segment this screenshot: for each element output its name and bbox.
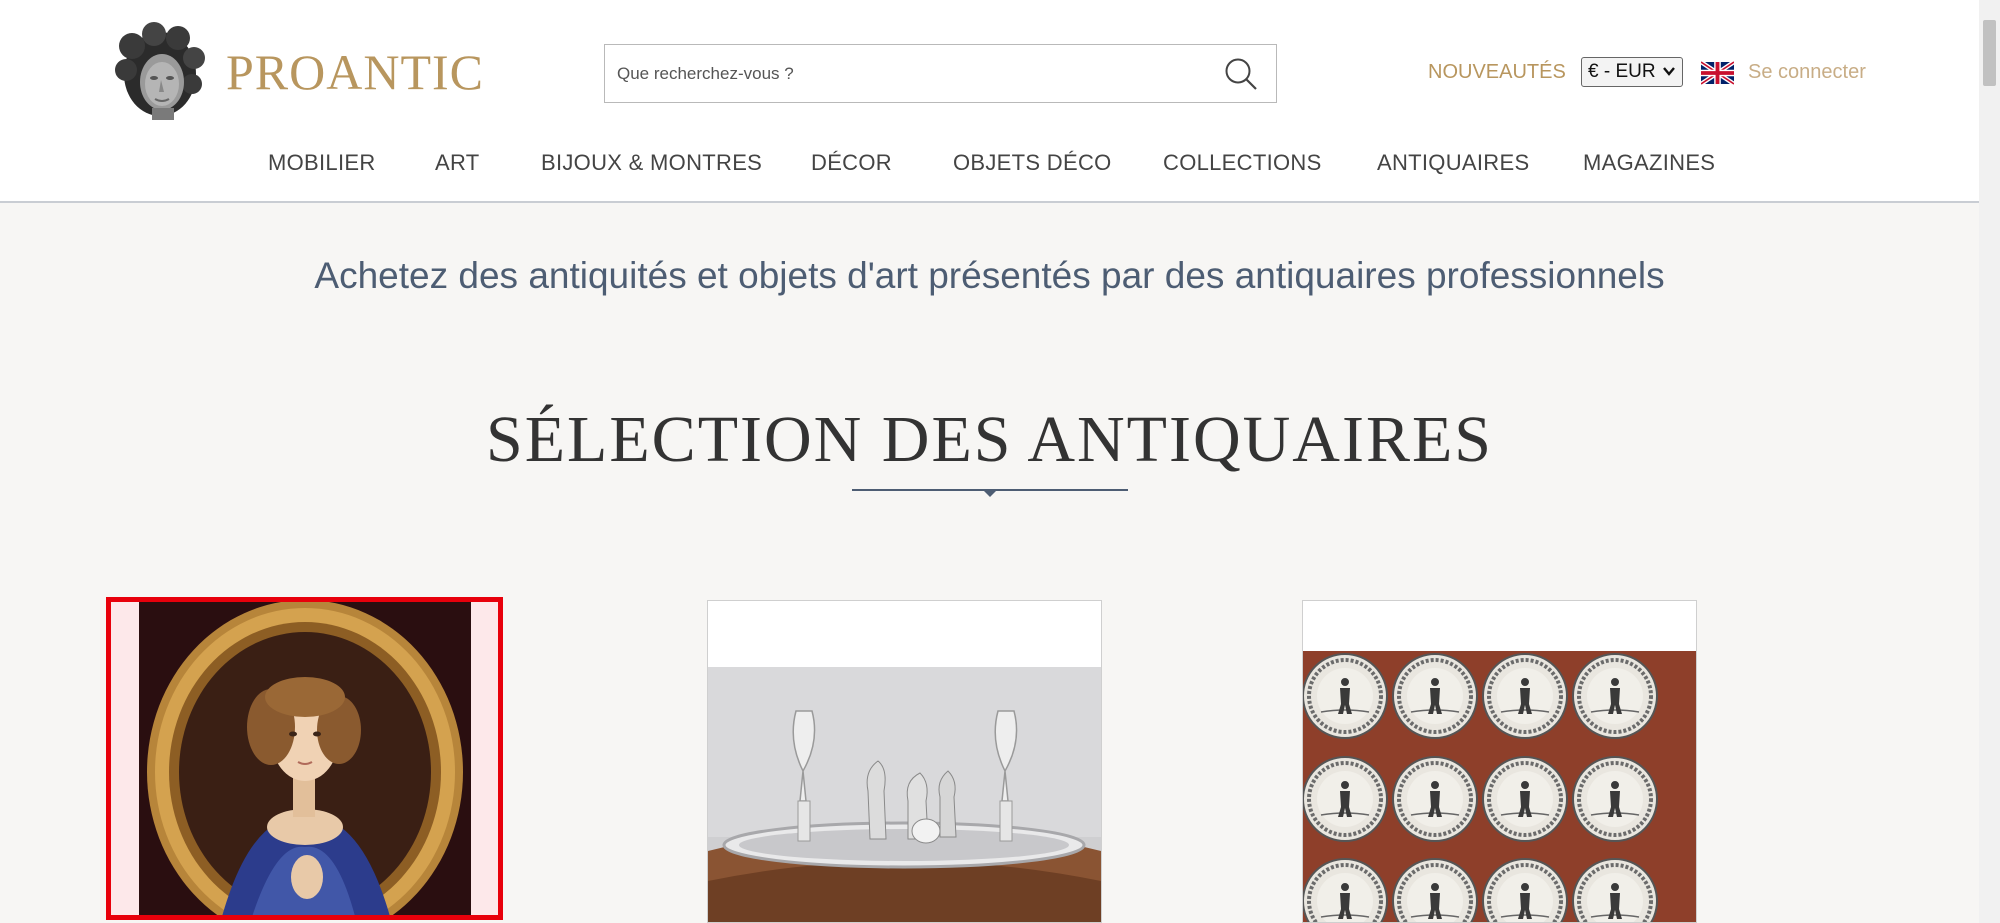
divider-arrow xyxy=(983,490,997,497)
nav-item-art[interactable]: ART xyxy=(435,150,480,176)
product-card-plates[interactable] xyxy=(1302,600,1697,923)
nav-item-mobilier[interactable]: MOBILIER xyxy=(268,150,376,176)
product-card-silver-surtout[interactable] xyxy=(707,600,1102,923)
plate xyxy=(1482,756,1568,842)
login-link[interactable]: Se connecter xyxy=(1748,61,1866,84)
currency-value: € - EUR xyxy=(1588,61,1656,82)
tagline: Achetez des antiquités et objets d'art p… xyxy=(314,255,1665,296)
site-header: PROANTIC NOUVEAUTÉS € - EUR Se connecter… xyxy=(0,0,1979,203)
nav-item-objets-deco[interactable]: OBJETS DÉCO xyxy=(953,150,1112,176)
nouveautes-link[interactable]: NOUVEAUTÉS xyxy=(1428,61,1566,84)
plate xyxy=(1572,653,1658,739)
nav-item-magazines[interactable]: MAGAZINES xyxy=(1583,150,1715,176)
plate xyxy=(1303,756,1388,842)
uk-flag-icon[interactable] xyxy=(1701,60,1734,86)
plate xyxy=(1392,756,1478,842)
search-input[interactable] xyxy=(617,59,1197,89)
plate xyxy=(1303,653,1388,739)
page-scrollbar[interactable] xyxy=(1979,0,2000,923)
section-title: SÉLECTION DES ANTIQUAIRES xyxy=(486,403,1493,476)
chevron-down-icon xyxy=(1663,67,1675,76)
sculpted-head-logo-icon xyxy=(115,22,205,120)
plate xyxy=(1392,653,1478,739)
silver-surtout-image xyxy=(708,601,1101,922)
product-card-portrait[interactable] xyxy=(106,597,503,920)
nav-item-decor[interactable]: DÉCOR xyxy=(811,150,892,176)
nav-item-bijoux-montres[interactable]: BIJOUX & MONTRES xyxy=(541,150,762,176)
plates-image xyxy=(1303,601,1696,922)
nav-item-collections[interactable]: COLLECTIONS xyxy=(1163,150,1322,176)
plate xyxy=(1482,653,1568,739)
scroll-thumb[interactable] xyxy=(1983,20,1996,86)
logo[interactable]: PROANTIC xyxy=(112,22,484,122)
main-nav: MOBILIER ART BIJOUX & MONTRES DÉCOR OBJE… xyxy=(0,150,1979,180)
nav-item-antiquaires[interactable]: ANTIQUAIRES xyxy=(1377,150,1529,176)
currency-select[interactable]: € - EUR xyxy=(1581,57,1683,87)
plate xyxy=(1572,756,1658,842)
logo-text: PROANTIC xyxy=(226,44,485,100)
search-icon[interactable] xyxy=(1222,55,1260,93)
portrait-image xyxy=(111,602,498,915)
search-bar xyxy=(604,44,1277,103)
